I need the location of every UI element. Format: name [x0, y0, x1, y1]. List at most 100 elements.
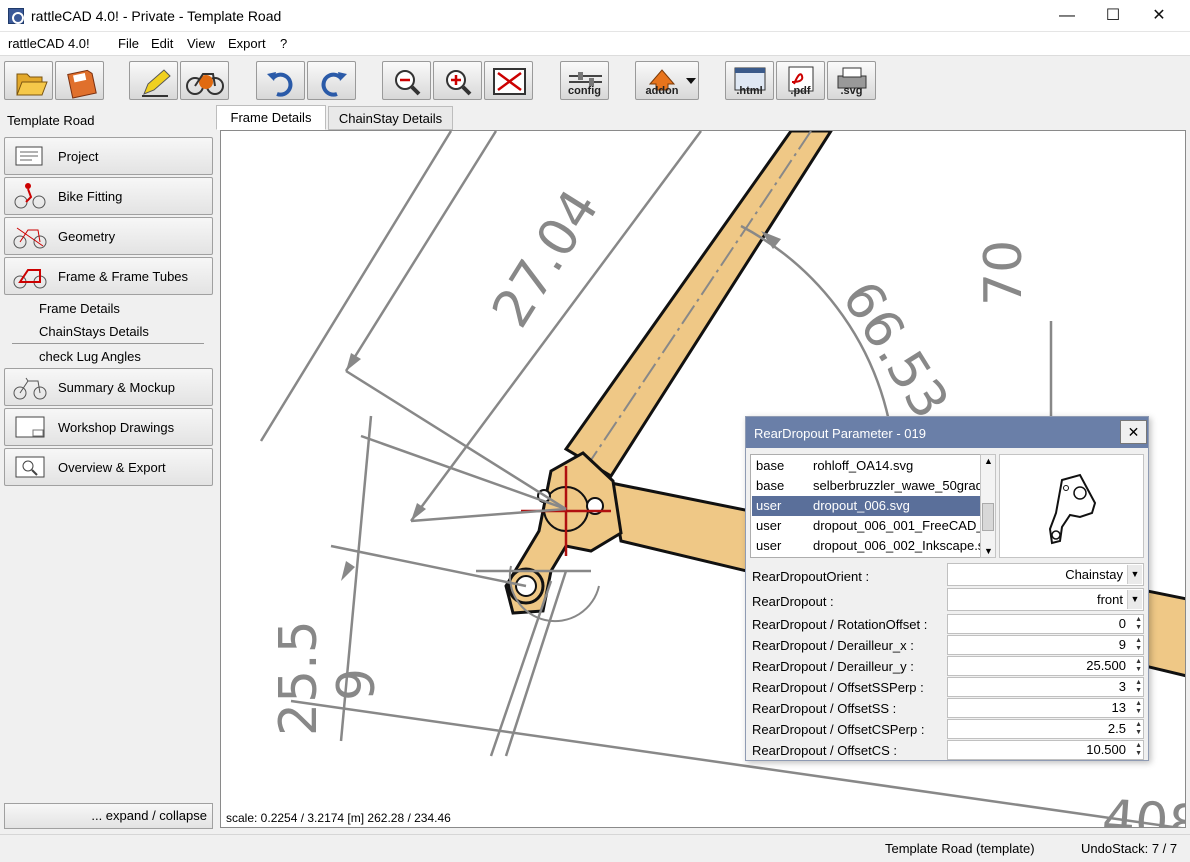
file-name: dropout_006_001_FreeCAD_Draft.svg — [813, 518, 980, 533]
offset-cs-perp-spinbox[interactable]: 2.5 ▲ ▼ — [947, 719, 1144, 739]
config-button[interactable]: config — [560, 61, 609, 100]
offset-cs-spinbox[interactable]: 10.500 ▲ ▼ — [947, 740, 1144, 760]
spin-arrows-icon[interactable]: ▲ ▼ — [1134, 742, 1142, 758]
list-item[interactable]: user dropout_006_001_FreeCAD_Draft.svg — [752, 516, 980, 536]
open-button[interactable] — [4, 61, 53, 100]
spin-arrows-icon[interactable]: ▲ ▼ — [1134, 679, 1142, 695]
project-icon — [15, 146, 43, 166]
fit-to-screen-icon — [493, 68, 526, 95]
export-html-button[interactable]: .html — [725, 61, 774, 100]
nav-workshop-drawings[interactable]: Workshop Drawings — [4, 408, 213, 446]
zoom-out-icon — [395, 70, 421, 96]
list-item[interactable]: user dropout_006_002_Inkscape.svg — [752, 536, 980, 556]
nav-bike-fitting[interactable]: Bike Fitting — [4, 177, 213, 215]
param-label-orient: RearDropoutOrient : — [752, 569, 870, 584]
title-bar: rattleCAD 4.0! - Private - Template Road… — [0, 0, 1190, 32]
maximize-button[interactable]: ☐ — [1090, 0, 1136, 32]
orient-select[interactable]: Chainstay ▼ — [947, 563, 1144, 586]
toolbar: config addon .html .pdf .svg — [0, 57, 1190, 104]
zoom-out-button[interactable] — [382, 61, 431, 100]
redo-button[interactable] — [307, 61, 356, 100]
dropout-select[interactable]: front ▼ — [947, 588, 1144, 611]
nav-overview-export[interactable]: Overview & Export — [4, 448, 213, 486]
list-item[interactable]: base selberbruzzler_wawe_50grad.svg — [752, 476, 980, 496]
param-label-offset-cs-perp: RearDropout / OffsetCSPerp : — [752, 722, 925, 737]
undo-button[interactable] — [256, 61, 305, 100]
frame-tubes-icon — [13, 269, 47, 289]
expand-collapse-button[interactable]: ... expand / collapse — [4, 803, 213, 829]
file-name: dropout_006.svg — [813, 498, 910, 513]
scroll-down-icon[interactable]: ▼ — [984, 546, 993, 556]
edit-pen-button[interactable] — [129, 61, 178, 100]
spin-arrows-icon[interactable]: ▲ ▼ — [1134, 637, 1142, 653]
orient-value: Chainstay — [1065, 567, 1123, 582]
tab-chainstay-details[interactable]: ChainStay Details — [328, 106, 453, 130]
geometry-icon — [13, 227, 47, 249]
dim-9: 9 — [327, 668, 387, 701]
export-pdf-button[interactable]: .pdf — [776, 61, 825, 100]
project-status: Template Road (template) — [885, 841, 1035, 856]
chevron-down-icon[interactable]: ▼ — [1127, 590, 1142, 609]
spin-arrows-icon[interactable]: ▲ ▼ — [1134, 616, 1142, 632]
dropout-file-list[interactable]: base rohloff_OA14.svg base selberbruzzler_… — [750, 454, 982, 558]
scroll-up-icon[interactable]: ▲ — [984, 456, 993, 466]
rotation-offset-spinbox[interactable]: 0 ▲ ▼ — [947, 614, 1144, 634]
menu-help[interactable]: ? — [280, 36, 287, 51]
addon-label: addon — [645, 85, 679, 97]
tab-frame-details[interactable]: Frame Details — [216, 105, 326, 130]
scroll-thumb[interactable] — [982, 503, 994, 531]
zoom-fit-button[interactable] — [484, 61, 533, 100]
rear-dropout — [504, 451, 623, 623]
addon-button[interactable]: addon — [635, 61, 699, 100]
param-label-offset-ss: RearDropout / OffsetSS : — [752, 701, 897, 716]
pdf-label: .pdf — [790, 85, 811, 97]
zoom-in-button[interactable] — [433, 61, 482, 100]
nav-frame-tubes[interactable]: Frame & Frame Tubes — [4, 257, 213, 295]
redo-icon — [321, 72, 347, 97]
spin-arrows-icon[interactable]: ▲ ▼ — [1134, 721, 1142, 737]
chevron-down-icon[interactable]: ▼ — [1127, 565, 1142, 584]
menu-file[interactable]: File — [118, 36, 139, 51]
export-svg-button[interactable]: .svg — [827, 61, 876, 100]
derailleur-x-spinbox[interactable]: 9 ▲ ▼ — [947, 635, 1144, 655]
nav-summary-mockup[interactable]: Summary & Mockup — [4, 368, 213, 406]
minimize-button[interactable]: — — [1044, 0, 1090, 32]
pen-icon — [142, 69, 171, 97]
list-item[interactable]: base rohloff_OA14.svg — [752, 456, 980, 476]
nav-workshop-drawings-label: Workshop Drawings — [58, 420, 175, 435]
dialog-close-button[interactable]: ✕ — [1120, 420, 1147, 444]
save-button[interactable] — [55, 61, 104, 100]
derailleur-y-spinbox[interactable]: 25.500 ▲ ▼ — [947, 656, 1144, 676]
param-label-derailleur-y: RearDropout / Derailleur_y : — [752, 659, 914, 674]
offset-cs-value: 10.500 — [1086, 742, 1126, 757]
drawing-icon — [15, 416, 45, 438]
open-folder-icon — [16, 73, 48, 96]
dim-27-04: 27.04 — [481, 180, 611, 338]
spin-arrows-icon[interactable]: ▲ ▼ — [1134, 700, 1142, 716]
subitem-check-lug-angles[interactable]: check Lug Angles — [39, 349, 141, 364]
file-source: user — [756, 518, 782, 533]
file-source: user — [756, 498, 782, 513]
param-label-dropout: RearDropout : — [752, 594, 834, 609]
nav-overview-export-label: Overview & Export — [58, 460, 166, 475]
dialog-title-bar[interactable]: RearDropout Parameter - 019 ✕ — [746, 417, 1148, 448]
offset-ss-spinbox[interactable]: 13 ▲ ▼ — [947, 698, 1144, 718]
nav-project[interactable]: Project — [4, 137, 213, 175]
menu-view[interactable]: View — [187, 36, 215, 51]
list-item-selected[interactable]: user dropout_006.svg — [752, 496, 980, 516]
close-window-button[interactable]: ✕ — [1136, 0, 1182, 32]
menu-edit[interactable]: Edit — [151, 36, 173, 51]
menu-export[interactable]: Export — [228, 36, 266, 51]
spin-arrows-icon[interactable]: ▲ ▼ — [1134, 658, 1142, 674]
config-label: config — [568, 85, 601, 97]
nav-geometry[interactable]: Geometry — [4, 217, 213, 255]
nav-bike-fitting-label: Bike Fitting — [58, 189, 123, 204]
subitem-chainstays-details[interactable]: ChainStays Details — [39, 324, 149, 339]
file-list-scrollbar[interactable]: ▲ ▼ — [980, 454, 996, 558]
derailleur-y-value: 25.500 — [1086, 658, 1126, 673]
offset-ss-perp-spinbox[interactable]: 3 ▲ ▼ — [947, 677, 1144, 697]
bike-render-button[interactable] — [180, 61, 229, 100]
status-bar: Template Road (template) UndoStack: 7 / … — [0, 834, 1190, 862]
zoom-in-icon — [446, 70, 472, 96]
subitem-frame-details[interactable]: Frame Details — [39, 301, 120, 316]
